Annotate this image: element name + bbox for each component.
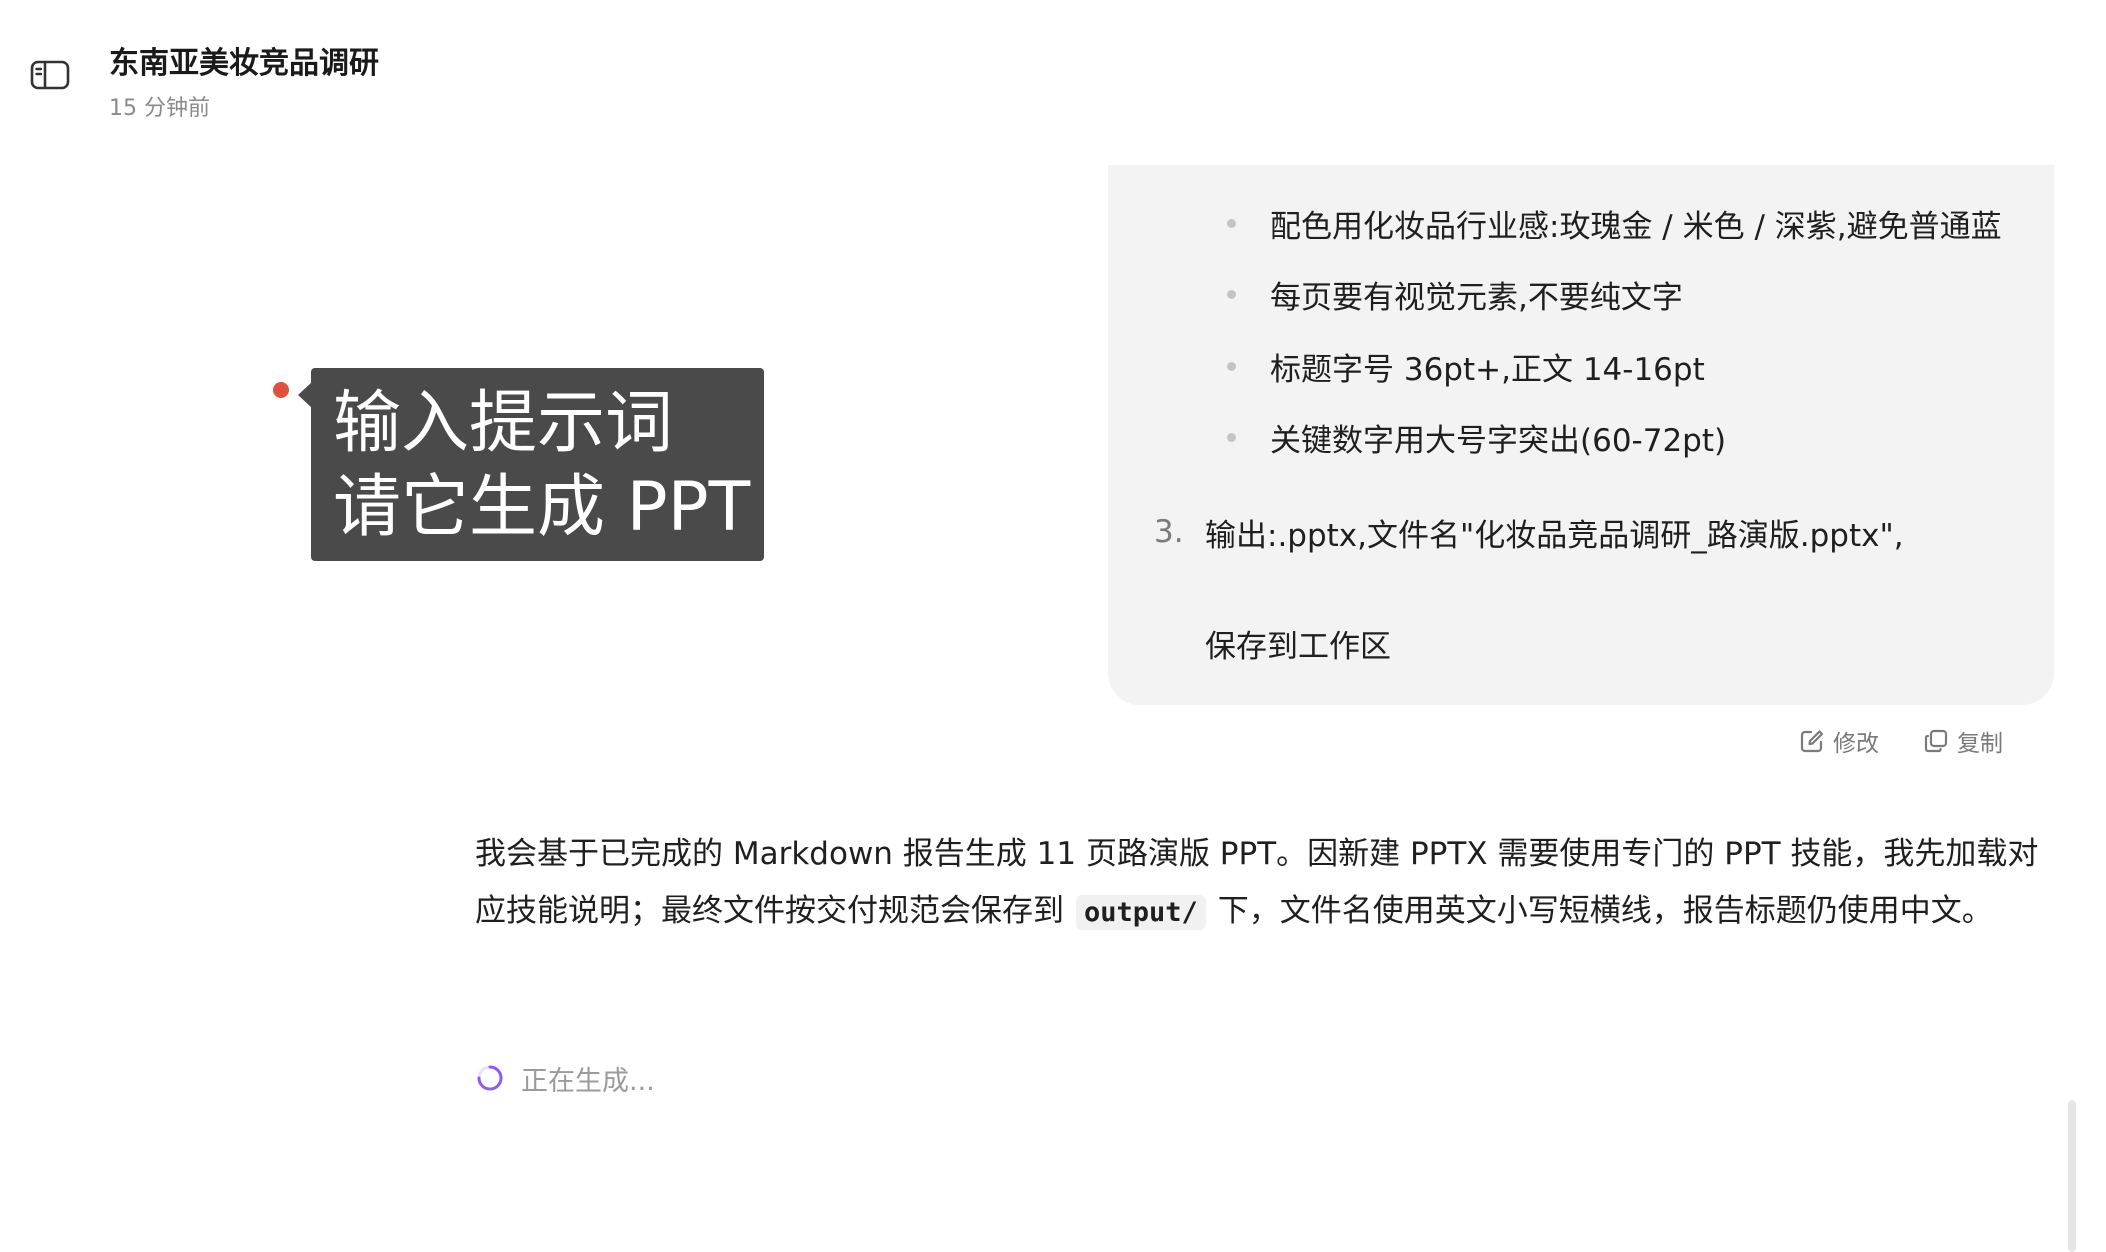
numbered-item-number: 3. <box>1154 514 1184 550</box>
conversation-title: 东南亚美妆竞品调研 <box>109 46 379 81</box>
tooltip-line-1: 输入提示词 <box>333 384 674 463</box>
inline-code: output/ <box>1076 895 1206 930</box>
loading-spinner-icon <box>477 1065 503 1091</box>
bubble-clipped-top <box>1108 165 2054 175</box>
assistant-text-part2: 下，文件名使用英文小写短横线，报告标题仍使用中文。 <box>1217 893 1993 929</box>
numbered-item-continuation: 保存到工作区 <box>1108 621 2054 665</box>
generating-status: 正在生成... <box>475 1058 655 1098</box>
bullet-text: 每页要有视觉元素,不要纯文字 <box>1270 279 1683 316</box>
bullet-dot-icon <box>1227 289 1236 299</box>
scrollbar[interactable] <box>2068 1100 2076 1252</box>
bullet-text: 配色用化妆品行业感:玫瑰金 / 米色 / 深紫,避免普通蓝 <box>1270 208 2002 245</box>
annotation-dot <box>273 382 289 398</box>
copy-icon <box>1924 729 1948 753</box>
edit-label: 修改 <box>1833 731 1879 757</box>
generating-label: 正在生成... <box>521 1065 655 1097</box>
bullet-dot-icon <box>1227 432 1236 442</box>
numbered-item-text: 输出:.pptx,文件名"化妆品竞品调研_路演版.pptx", <box>1205 517 1904 554</box>
copy-label: 复制 <box>1957 731 2003 757</box>
user-message-bubble: 配色用化妆品行业感:玫瑰金 / 米色 / 深紫,避免普通蓝 每页要有视觉元素,不… <box>1108 165 2054 705</box>
numbered-item-text-line2: 保存到工作区 <box>1205 628 1391 665</box>
bullet-item: 关键数字用大号字突出(60-72pt) <box>1108 415 2054 459</box>
annotation-tooltip: 输入提示词 请它生成 PPT <box>311 368 764 561</box>
bullet-dot-icon <box>1227 361 1236 371</box>
tooltip-line-2: 请它生成 PPT <box>333 468 751 547</box>
numbered-item: 3. 输出:.pptx,文件名"化妆品竞品调研_路演版.pptx", <box>1108 510 2054 554</box>
copy-message-button[interactable]: 复制 <box>1923 725 2003 757</box>
bullet-item: 标题字号 36pt+,正文 14-16pt <box>1108 344 2054 388</box>
bullet-text: 关键数字用大号字突出(60-72pt) <box>1270 422 1727 459</box>
conversation-timestamp: 15 分钟前 <box>109 96 210 121</box>
chat-page: 东南亚美妆竞品调研 15 分钟前 配色用化妆品行业感:玫瑰金 / 米色 / 深紫… <box>0 0 2106 1252</box>
assistant-message: 我会基于已完成的 Markdown 报告生成 11 页路演版 PPT。因新建 P… <box>475 826 2055 941</box>
tooltip-arrow <box>298 382 312 408</box>
bullet-text: 标题字号 36pt+,正文 14-16pt <box>1270 351 1705 388</box>
bullet-item: 配色用化妆品行业感:玫瑰金 / 米色 / 深紫,避免普通蓝 <box>1108 201 2054 245</box>
bullet-dot-icon <box>1227 218 1236 228</box>
sidebar-toggle-button[interactable] <box>30 58 70 92</box>
edit-message-button[interactable]: 修改 <box>1799 725 1879 757</box>
bullet-item: 每页要有视觉元素,不要纯文字 <box>1108 272 2054 316</box>
edit-icon <box>1800 730 1824 753</box>
sidebar-toggle-icon <box>30 60 70 90</box>
